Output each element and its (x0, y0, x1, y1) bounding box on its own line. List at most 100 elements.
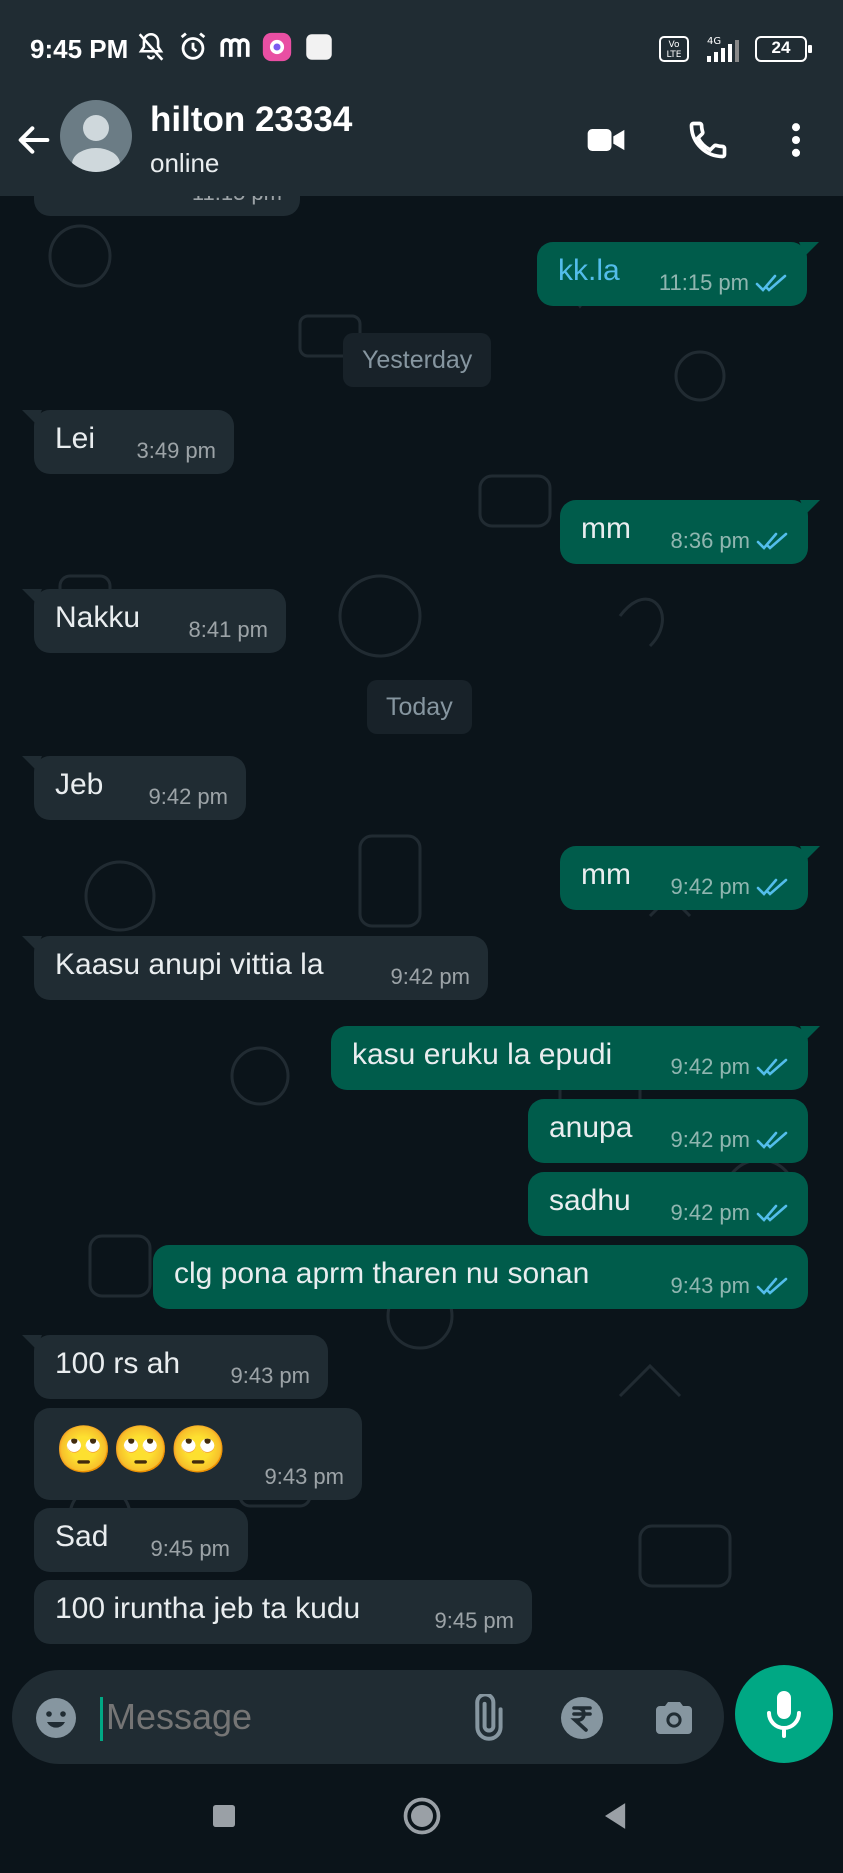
bubble-tail (22, 1335, 42, 1349)
message-text: 100 iruntha jeb ta kudu (55, 1592, 361, 1625)
message-bubble-incoming[interactable]: Lei 3:49 pm (22, 410, 234, 474)
message-meta: 9:43 pm (230, 1363, 311, 1388)
message-meta: 9:42 pm (671, 1127, 791, 1153)
message-text: mm (581, 858, 631, 891)
message-text: Kaasu anupi vittia la (55, 948, 324, 981)
date-separator: Yesterday (343, 333, 492, 387)
status-time: 9:45 PM (30, 34, 129, 64)
notification-icons (134, 30, 336, 64)
message-bubble-outgoing[interactable]: kk.la 11:15 pm (537, 242, 819, 306)
message-bubble-incoming[interactable]: Kaasu anupi vittia la 9:42 pm (22, 936, 488, 1000)
double-check-icon (756, 532, 788, 550)
message-text: anupa (549, 1111, 633, 1144)
message-bubble-incoming[interactable]: Sad 9:45 pm (34, 1508, 248, 1572)
alarm-icon (180, 32, 206, 60)
arrow-left-icon[interactable] (14, 120, 54, 160)
message-bubble-outgoing[interactable]: clg pona aprm tharen nu sonan 9:43 pm (153, 1245, 808, 1309)
avatar[interactable] (60, 100, 132, 172)
message-input[interactable] (106, 1696, 366, 1738)
more-vert-icon[interactable] (772, 118, 820, 162)
chat-app-icon (306, 34, 332, 60)
double-check-icon (755, 274, 787, 292)
message-bubble-outgoing[interactable]: anupa 9:42 pm (528, 1099, 808, 1163)
bubble-tail (800, 1026, 820, 1040)
emoji-icon[interactable] (32, 1694, 80, 1742)
contact-status: online (150, 148, 220, 178)
contact-name[interactable]: hilton 23334 (150, 100, 352, 140)
message-meta: 9:45 pm (150, 1536, 231, 1561)
message-meta: 11:15 pm (659, 270, 789, 296)
message-meta: 9:43 pm (671, 1273, 791, 1299)
message-input-container[interactable] (12, 1670, 724, 1764)
text-cursor (100, 1697, 103, 1741)
message-meta: 3:49 pm (136, 438, 217, 463)
message-text: Jeb (55, 768, 104, 801)
m-app-icon (220, 38, 250, 57)
double-check-icon (756, 1131, 788, 1149)
chat-area[interactable]: 11:15 pm kk.la 11:15 pm Yesterday Lei 3:… (0, 196, 843, 1662)
message-bubble-incoming[interactable]: 100 rs ah 9:43 pm (22, 1335, 328, 1399)
message-text: 100 rs ah (55, 1347, 181, 1380)
message-text: mm (581, 512, 631, 545)
mic-button[interactable] (735, 1665, 833, 1763)
message-text: sadhu (549, 1184, 631, 1217)
signal-icon: 4G (707, 36, 739, 62)
message-bubble-incoming[interactable]: Nakku 8:41 pm (22, 589, 286, 653)
message-meta: 9:42 pm (671, 1200, 791, 1226)
message-bubble-outgoing[interactable]: mm 8:36 pm (560, 500, 820, 564)
rupee-icon[interactable] (558, 1694, 606, 1742)
message-text: Lei (55, 422, 96, 455)
gallery-app-icon (262, 32, 292, 62)
message-meta: 8:41 pm (188, 617, 269, 642)
bell-off-icon (138, 32, 164, 61)
phone-icon[interactable] (684, 118, 732, 162)
status-bar: 9:45 PM Vo LTE 4G 24 (0, 0, 843, 100)
bubble-tail (799, 242, 819, 256)
video-call-icon[interactable] (582, 118, 630, 162)
message-text: Sad (55, 1520, 109, 1553)
svg-text:4G: 4G (707, 36, 721, 47)
double-check-icon (756, 1058, 788, 1076)
message-meta: 9:42 pm (671, 1054, 791, 1080)
double-check-icon (756, 878, 788, 896)
bubble-tail (22, 936, 42, 950)
message-bubble-incoming[interactable]: Jeb 9:42 pm (22, 756, 246, 820)
back-nav-icon[interactable] (594, 1794, 638, 1838)
bubble-tail (800, 500, 820, 514)
message-link-text[interactable]: kk.la (558, 254, 620, 288)
default-avatar-icon (72, 115, 120, 172)
bubble-tail (22, 756, 42, 770)
message-bubble-outgoing[interactable]: kasu eruku la epudi 9:42 pm (331, 1026, 820, 1090)
message-bubble-incoming[interactable]: 100 iruntha jeb ta kudu 9:45 pm (34, 1580, 532, 1644)
bubble-tail (22, 589, 42, 603)
system-icons: Vo LTE 4G 24 (659, 34, 812, 64)
message-meta: 9:42 pm (148, 784, 229, 809)
message-meta: 9:42 pm (671, 874, 791, 900)
chat-header: hilton 23334 online (0, 100, 843, 196)
svg-text:LTE: LTE (667, 50, 682, 60)
bubble-tail (22, 410, 42, 424)
camera-icon[interactable] (650, 1694, 698, 1742)
bubble-tail (800, 846, 820, 860)
message-text: clg pona aprm tharen nu sonan (174, 1257, 590, 1290)
message-meta: 9:45 pm (434, 1608, 515, 1633)
message-meta: 9:43 pm (264, 1464, 345, 1489)
message-bubble-outgoing[interactable]: sadhu 9:42 pm (528, 1172, 808, 1236)
home-icon[interactable] (400, 1794, 444, 1838)
message-time: 11:15 pm (192, 196, 282, 206)
recents-icon[interactable] (202, 1794, 246, 1838)
date-separator: Today (367, 680, 472, 734)
message-bubble-outgoing[interactable]: mm 9:42 pm (560, 846, 820, 910)
message-text: kasu eruku la epudi (352, 1038, 613, 1071)
double-check-icon (756, 1204, 788, 1222)
message-bubble-incoming[interactable]: 11:15 pm (34, 196, 300, 216)
message-meta: 8:36 pm (671, 528, 791, 554)
battery-indicator: 24 (755, 36, 812, 62)
paperclip-icon[interactable] (462, 1694, 510, 1742)
message-bubble-incoming[interactable]: 🙄🙄🙄 9:43 pm (34, 1408, 362, 1500)
message-text: Nakku (55, 601, 141, 634)
svg-text:Vo: Vo (669, 40, 680, 50)
double-check-icon (756, 1277, 788, 1295)
message-meta: 9:42 pm (390, 964, 471, 989)
volte-icon: VoLTE (659, 36, 689, 62)
